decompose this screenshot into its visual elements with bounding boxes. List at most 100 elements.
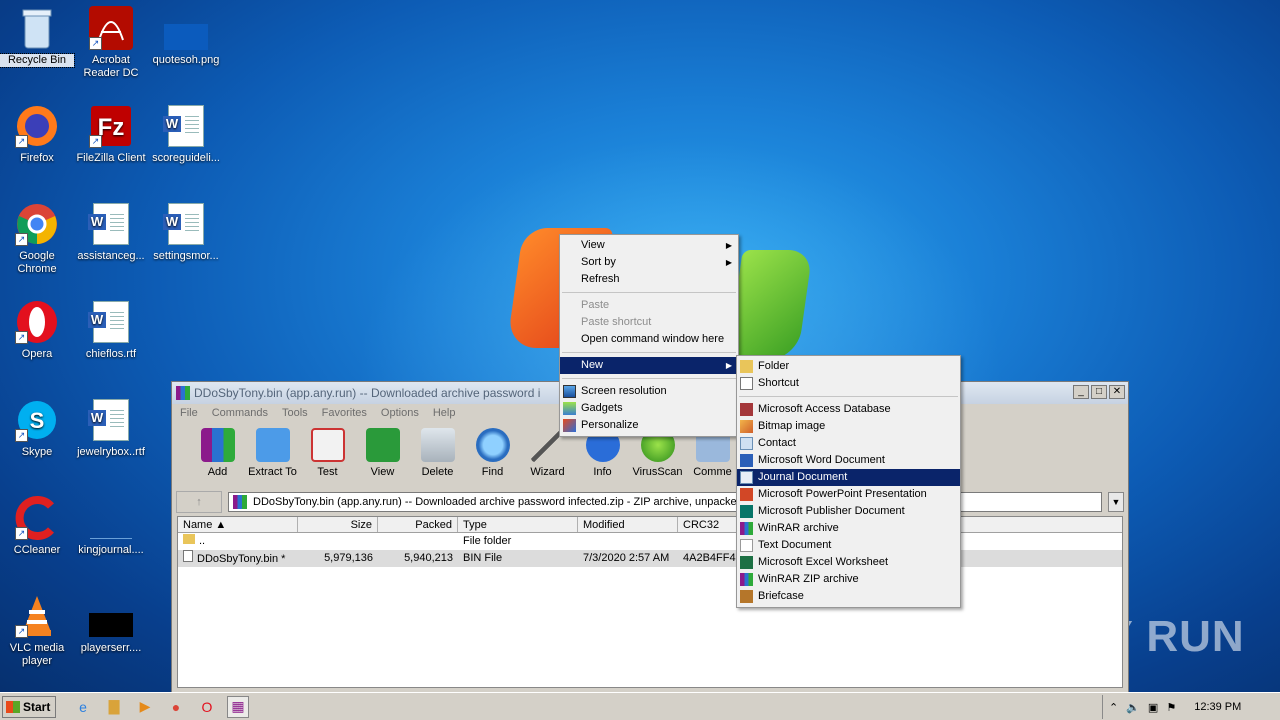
menu-help[interactable]: Help <box>433 407 456 419</box>
new-item-winrar-archive[interactable]: WinRAR archive <box>737 520 960 537</box>
tool-view-button[interactable]: View <box>355 428 410 478</box>
menu-options[interactable]: Options <box>381 407 419 419</box>
desktop-icon-recycle-bin[interactable]: Recycle Bin <box>0 6 75 68</box>
minimize-button[interactable]: _ <box>1073 385 1089 399</box>
new-item-journal-document[interactable]: Journal Document <box>737 469 960 486</box>
tool-test-button[interactable]: Test <box>300 428 355 478</box>
new-item-bitmap-image[interactable]: Bitmap image <box>737 418 960 435</box>
desktop-icon-settingsmor[interactable]: settingsmor... <box>149 202 223 263</box>
menu-item-screen-resolution[interactable]: Screen resolution <box>560 383 738 400</box>
menu-item-paste: Paste <box>581 299 610 311</box>
desktop-icon-firefox[interactable]: ↗ Firefox <box>0 104 74 165</box>
new-item-access-database[interactable]: Microsoft Access Database <box>737 401 960 418</box>
test-checklist-icon <box>310 428 345 462</box>
powerpoint-icon <box>740 488 753 501</box>
word-doc-icon <box>88 398 133 442</box>
menu-commands[interactable]: Commands <box>212 407 268 419</box>
new-item-powerpoint[interactable]: Microsoft PowerPoint Presentation <box>737 486 960 503</box>
winrar-taskbar-icon[interactable]: ▦ <box>227 695 249 718</box>
new-item-publisher[interactable]: Microsoft Publisher Document <box>737 503 960 520</box>
archive-path-field[interactable]: DDoSbyTony.bin (app.any.run) -- Download… <box>228 492 1102 512</box>
desktop-icon-jewelrybox[interactable]: jewelrybox..rtf <box>74 398 148 459</box>
svg-text:S: S <box>30 408 45 433</box>
skype-icon: S ↗ <box>15 398 59 442</box>
flag-icon[interactable]: ⚑ <box>1166 701 1176 714</box>
black-file-icon <box>89 594 133 638</box>
tool-find-button[interactable]: Find <box>465 428 520 478</box>
winrar-zip-icon <box>740 573 753 586</box>
tool-add-button[interactable]: Add <box>190 428 245 478</box>
menu-separator <box>560 374 738 383</box>
table-row[interactable]: .. File folder <box>178 533 1122 550</box>
close-button[interactable]: ✕ <box>1109 385 1125 399</box>
explorer-folder-icon[interactable]: ▇ <box>103 696 125 718</box>
up-folder-button[interactable]: ↑ <box>176 491 222 513</box>
menu-item-paste-shortcut: Paste shortcut <box>581 316 652 328</box>
internet-explorer-icon[interactable]: e <box>72 696 94 718</box>
desktop-icon-quotesoh-png[interactable]: quotesoh.png <box>149 6 223 67</box>
desktop-icon-assistanceg[interactable]: assistanceg... <box>74 202 148 263</box>
new-submenu: Folder Shortcut Microsoft Access Databas… <box>736 355 961 608</box>
col-name[interactable]: Name ▲ <box>178 517 298 532</box>
volume-icon[interactable]: 🔈 <box>1126 701 1140 714</box>
submenu-arrow-icon: ▶ <box>725 258 732 267</box>
network-icon[interactable]: ▣ <box>1148 701 1158 714</box>
desktop-icon-playerserr[interactable]: playerserr.... <box>74 594 148 655</box>
tool-delete-button[interactable]: Delete <box>410 428 465 478</box>
menu-item-gadgets[interactable]: Gadgets <box>560 400 738 417</box>
path-dropdown-button[interactable]: ▼ <box>1108 492 1124 512</box>
desktop-icon-acrobat-reader[interactable]: ↗ Acrobat Reader DC <box>74 6 148 80</box>
opera-taskbar-icon[interactable]: O <box>196 696 218 718</box>
maximize-button[interactable]: □ <box>1091 385 1107 399</box>
winrar-title: DDoSbyTony.bin (app.any.run) -- Download… <box>194 386 541 400</box>
menu-file[interactable]: File <box>180 407 198 419</box>
new-item-briefcase[interactable]: Briefcase <box>737 588 960 605</box>
find-magnifier-icon <box>475 428 510 462</box>
menu-item-open-command-window[interactable]: Open command window here <box>560 331 738 348</box>
clock[interactable]: 12:39 PM <box>1194 701 1241 713</box>
menu-item-view[interactable]: View ▶ <box>560 237 738 254</box>
briefcase-icon <box>740 590 753 603</box>
new-item-folder[interactable]: Folder <box>737 358 960 375</box>
new-item-winrar-zip[interactable]: WinRAR ZIP archive <box>737 571 960 588</box>
menu-item-sort-by[interactable]: Sort by ▶ <box>560 254 738 271</box>
new-item-excel-worksheet[interactable]: Microsoft Excel Worksheet <box>737 554 960 571</box>
desktop-icon-opera[interactable]: ↗ Opera <box>0 300 74 361</box>
menu-item-new[interactable]: New ▶ <box>560 357 738 374</box>
menu-item-refresh[interactable]: Refresh <box>560 271 738 288</box>
chrome-taskbar-icon[interactable]: ● <box>165 696 187 718</box>
col-type[interactable]: Type <box>458 517 578 532</box>
new-item-word-document[interactable]: Microsoft Word Document <box>737 452 960 469</box>
desktop-icon-vlc[interactable]: ↗ VLC media player <box>0 594 74 668</box>
col-modified[interactable]: Modified <box>578 517 678 532</box>
media-player-icon[interactable]: ▶ <box>134 696 156 718</box>
col-size[interactable]: Size <box>298 517 378 532</box>
desktop-icon-chieflos[interactable]: chieflos.rtf <box>74 300 148 361</box>
word-icon <box>740 454 753 467</box>
new-item-contact[interactable]: Contact <box>737 435 960 452</box>
file-list[interactable]: Name ▲ Size Packed Type Modified CRC32 .… <box>177 516 1123 688</box>
desktop-icon-kingjournal[interactable]: kingjournal.... <box>74 496 148 557</box>
menu-tools[interactable]: Tools <box>282 407 308 419</box>
add-icon <box>200 428 235 462</box>
word-doc-icon <box>163 104 208 148</box>
excel-icon <box>740 556 753 569</box>
folder-icon <box>183 534 195 544</box>
menu-favorites[interactable]: Favorites <box>322 407 367 419</box>
col-packed[interactable]: Packed <box>378 517 458 532</box>
tray-expand-icon[interactable]: ⌃ <box>1109 701 1118 714</box>
screen-resolution-icon <box>563 385 576 398</box>
ccleaner-icon: ↗ <box>15 496 59 540</box>
desktop-icon-ccleaner[interactable]: ↗ CCleaner <box>0 496 74 557</box>
new-item-shortcut[interactable]: Shortcut <box>737 375 960 392</box>
desktop-icon-skype[interactable]: S ↗ Skype <box>0 398 74 459</box>
menu-item-personalize[interactable]: Personalize <box>560 417 738 434</box>
new-item-text-document[interactable]: Text Document <box>737 537 960 554</box>
desktop-icon-scoreguideli[interactable]: scoreguideli... <box>149 104 223 165</box>
desktop-icon-google-chrome[interactable]: ↗ Google Chrome <box>0 202 74 276</box>
winrar-icon <box>176 386 190 400</box>
start-button[interactable]: Start <box>2 695 56 718</box>
desktop-icon-filezilla[interactable]: Fz ↗ FileZilla Client <box>74 104 148 165</box>
tool-extract-button[interactable]: Extract To <box>245 428 300 478</box>
table-row[interactable]: DDoSbyTony.bin * 5,979,136 5,940,213 BIN… <box>178 550 1122 567</box>
